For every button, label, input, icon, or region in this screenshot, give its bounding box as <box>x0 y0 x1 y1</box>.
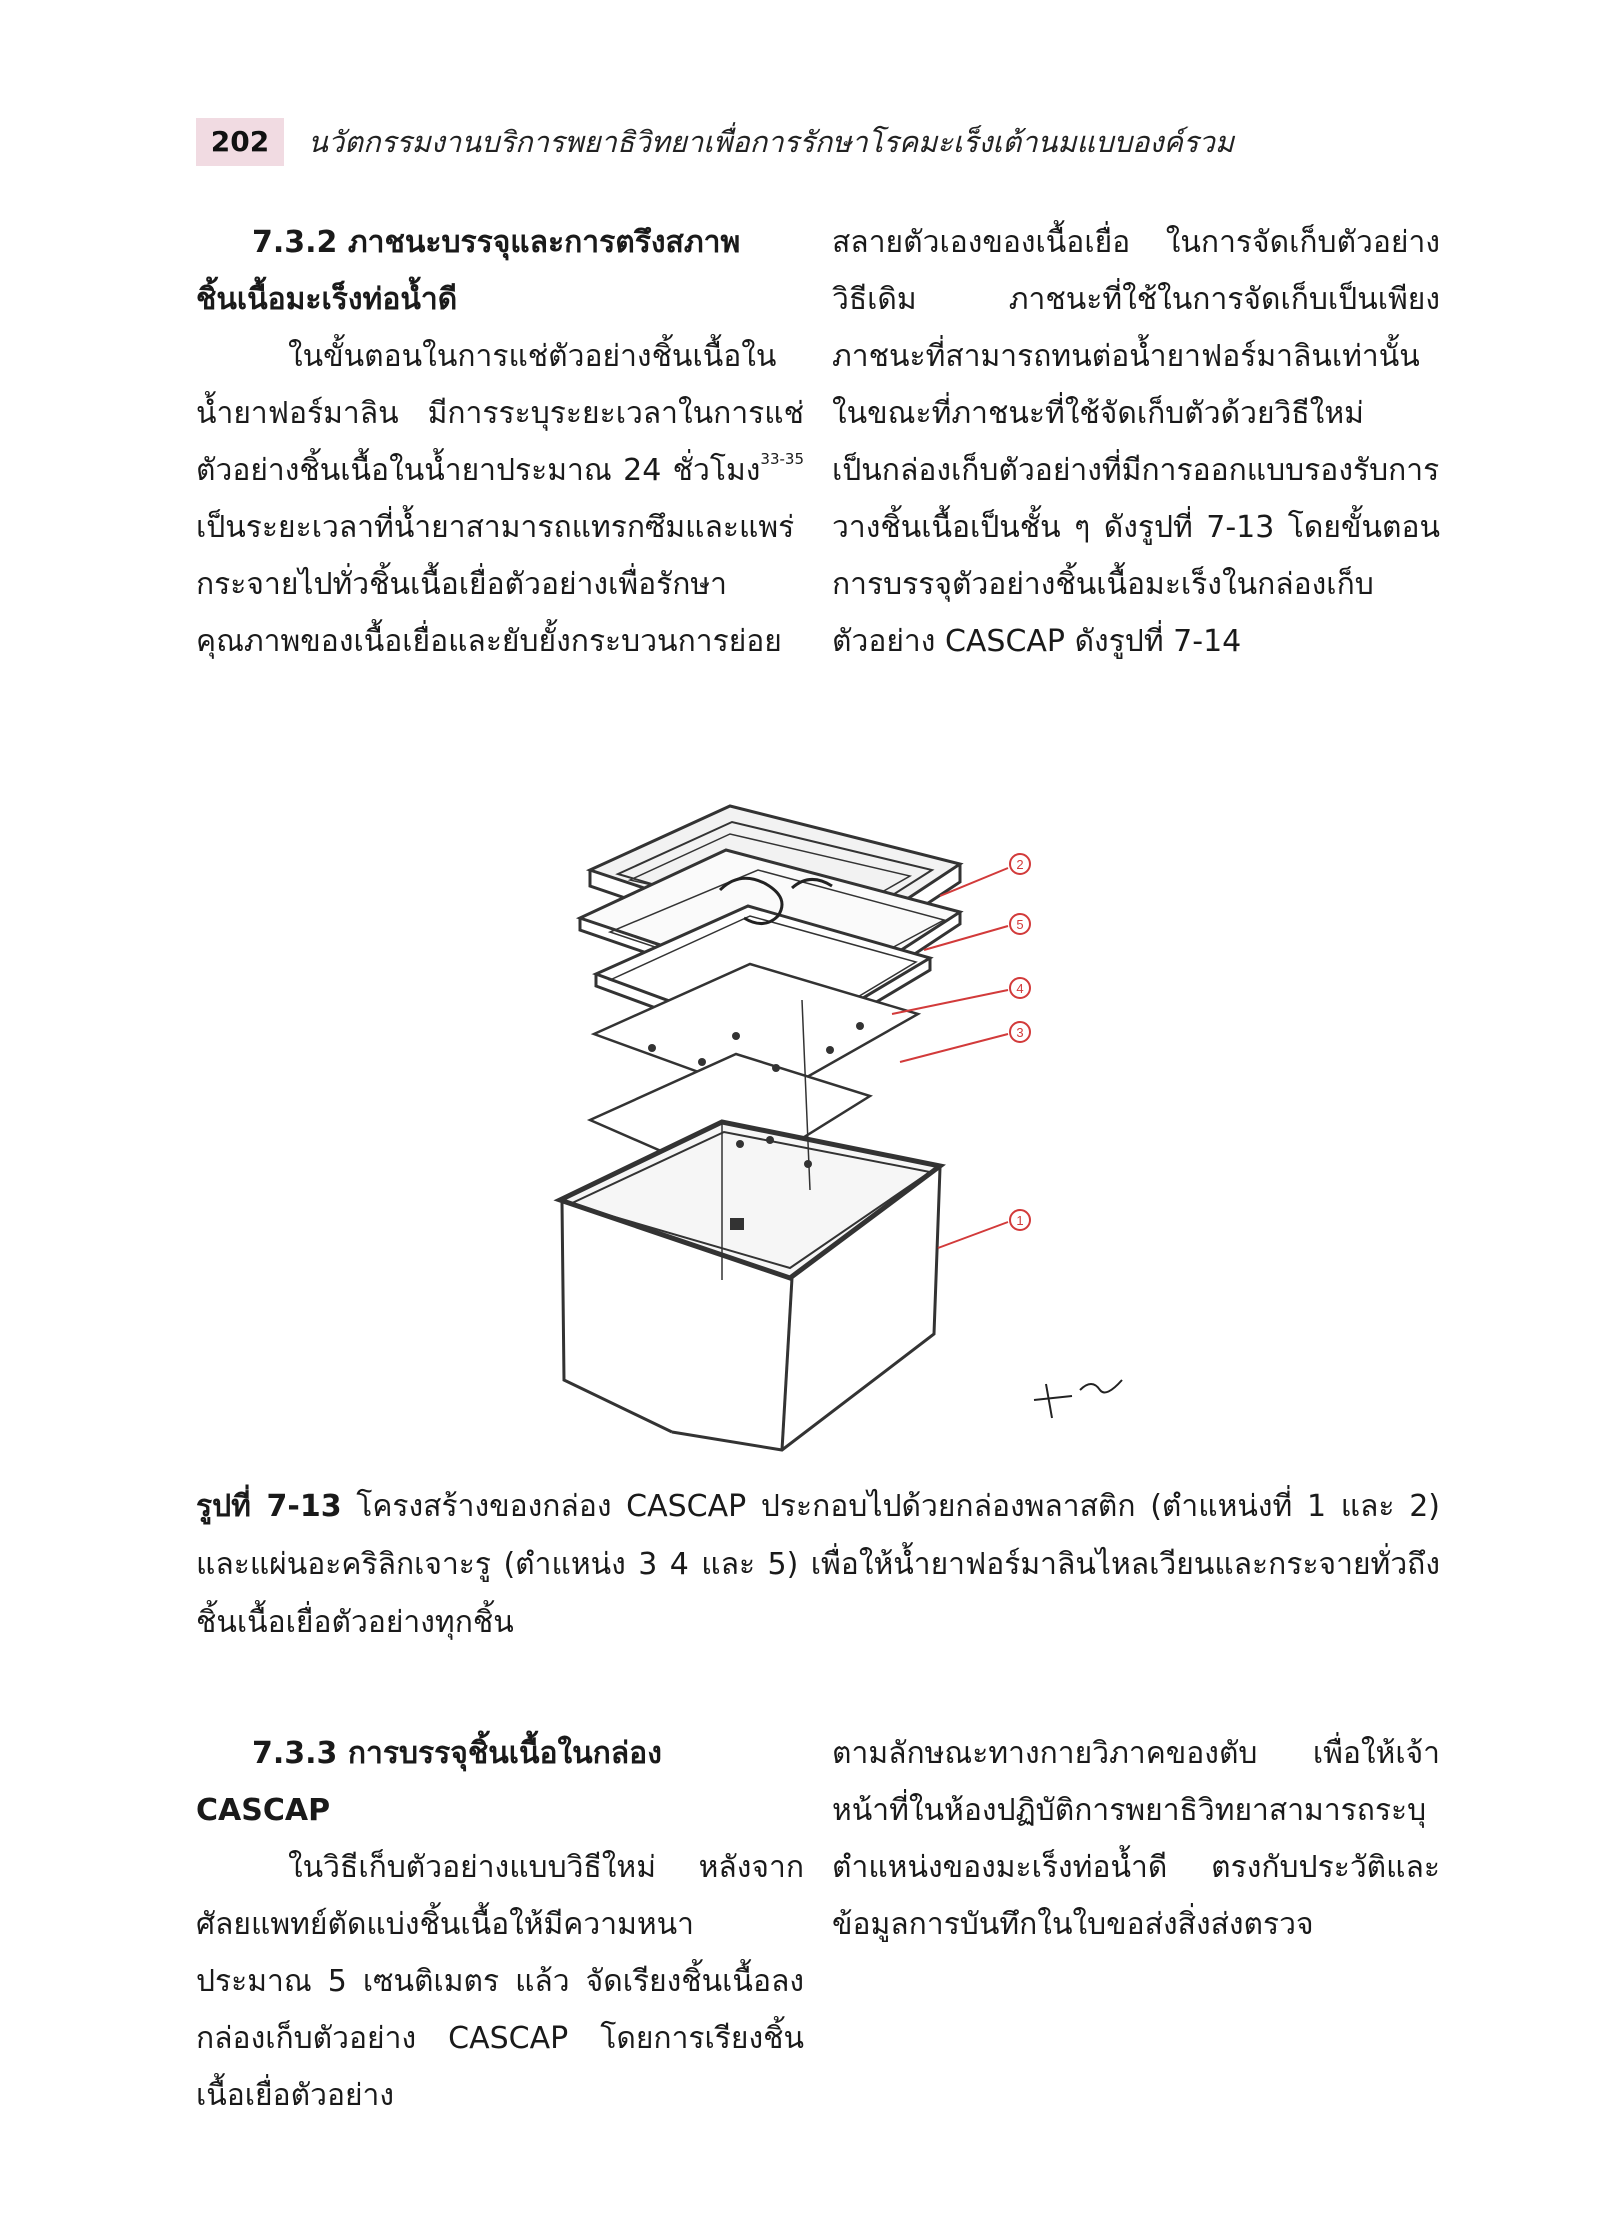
caption-label: รูปที่ 7-13 <box>196 1489 342 1524</box>
paragraph-continued: ตามลักษณะทางกายวิภาคของตับ เพื่อให้เจ้าห… <box>832 1736 1440 1942</box>
callout-2: 2 <box>1016 857 1023 872</box>
page-header: 202 นวัตกรรมงานบริการพยาธิวิทยาเพื่อการร… <box>196 118 1436 166</box>
paragraph-text-cont: เป็นระยะเวลาที่น้ำยาสามารถแทรกซึมและแพร่… <box>196 510 795 659</box>
section-heading-7-3-3: 7.3.3 การบรรจุชิ้นเนื้อในกล่อง CASCAP <box>196 1736 662 1828</box>
paragraph: ในวิธีเก็บตัวอย่างแบบวิธีใหม่ หลังจากศัล… <box>196 1850 804 2113</box>
caption-line: รูปที่ 7-13 โครงสร้างของกล่อง CASCAP ประ… <box>196 1478 1440 1652</box>
heading-line-2: ชิ้นเนื้อมะเร็งท่อน้ำดี <box>196 282 458 317</box>
paragraph: ในขั้นตอนในการแช่ตัวอย่างชิ้นเนื้อในน้ำย… <box>196 328 804 670</box>
callout-1: 1 <box>1016 1213 1023 1228</box>
section-heading-7-3-2-cont: ชิ้นเนื้อมะเร็งท่อน้ำดี <box>196 271 804 328</box>
diagram-svg: 2 5 4 3 1 <box>553 804 1123 1452</box>
page-number: 202 <box>196 118 284 166</box>
paragraph-continued: สลายตัวเองของเนื้อเยื่อ ในการจัดเก็บตัวอ… <box>832 225 1440 659</box>
caption-text: โครงสร้างของกล่อง CASCAP ประกอบไปด้วยกล่… <box>196 1489 1440 1640</box>
column-left-top: 7.3.2 ภาชนะบรรจุและการตรึงสภาพ ชิ้นเนื้อ… <box>196 214 804 670</box>
cascap-box-exploded-diagram: 2 5 4 3 1 <box>540 800 1180 1460</box>
signature-mark <box>1033 1379 1123 1419</box>
paragraph-text: ในขั้นตอนในการแช่ตัวอย่างชิ้นเนื้อในน้ำย… <box>196 339 804 488</box>
section-heading-7-3-2: 7.3.2 ภาชนะบรรจุและการตรึงสภาพ <box>196 214 804 271</box>
column-right-top: สลายตัวเองของเนื้อเยื่อ ในการจัดเก็บตัวอ… <box>832 214 1440 670</box>
column-right-bottom: ตามลักษณะทางกายวิภาคของตับ เพื่อให้เจ้าห… <box>832 1725 1440 1953</box>
citation-ref: 33-35 <box>760 450 804 468</box>
callout-3: 3 <box>1016 1025 1023 1040</box>
figure-caption: รูปที่ 7-13 โครงสร้างของกล่อง CASCAP ประ… <box>196 1478 1440 1652</box>
heading-line-1: 7.3.2 ภาชนะบรรจุและการตรึงสภาพ <box>252 225 741 260</box>
callout-5: 5 <box>1016 917 1023 932</box>
running-title: นวัตกรรมงานบริการพยาธิวิทยาเพื่อการรักษา… <box>308 125 1234 159</box>
callout-4: 4 <box>1016 981 1023 996</box>
column-left-bottom: 7.3.3 การบรรจุชิ้นเนื้อในกล่อง CASCAP ใน… <box>196 1725 804 2124</box>
